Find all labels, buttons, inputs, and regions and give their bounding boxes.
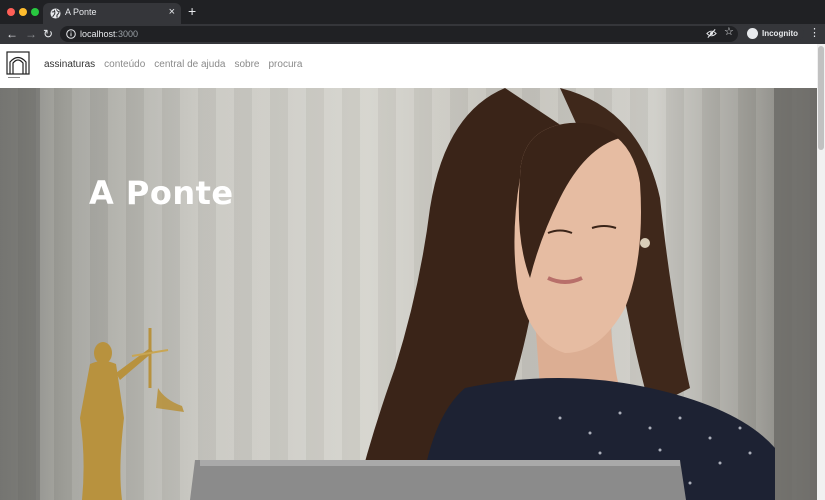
back-arrow-icon[interactable]: ←	[6, 26, 18, 42]
minimize-window-button[interactable]	[19, 8, 27, 16]
url-host: localhost	[80, 29, 116, 39]
nav-link-procura[interactable]: procura	[268, 59, 302, 71]
forward-arrow-icon[interactable]: →	[25, 26, 37, 42]
incognito-icon	[747, 28, 758, 39]
page-scrollbar[interactable]	[817, 44, 825, 500]
close-window-button[interactable]	[7, 8, 15, 16]
hero-title: A Ponte	[89, 174, 234, 212]
tab-close-button[interactable]: ×	[169, 6, 175, 18]
nav-link-assinaturas[interactable]: assinaturas	[44, 59, 95, 71]
incognito-label: Incognito	[762, 29, 798, 38]
url-port: :3000	[115, 29, 139, 39]
star-icon[interactable]: ☆	[724, 25, 734, 39]
browser-toolbar: ← → ↻ localhost:3000	[0, 24, 825, 44]
info-icon[interactable]	[66, 29, 76, 39]
browser-tab[interactable]: A Ponte ×	[43, 3, 181, 24]
nav-link-conteudo[interactable]: conteúdo	[104, 59, 145, 71]
nav-link-sobre[interactable]: sobre	[234, 59, 259, 71]
globe-icon	[50, 8, 61, 19]
main-nav: assinaturas conteúdo central de ajuda so…	[44, 59, 302, 71]
eye-off-icon[interactable]	[706, 28, 717, 39]
browser-tab-strip: A Ponte × +	[0, 0, 825, 24]
hero-banner: A Ponte	[0, 88, 817, 500]
reload-icon[interactable]: ↻	[43, 26, 53, 42]
tab-title: A Ponte	[65, 7, 97, 17]
maximize-window-button[interactable]	[31, 8, 39, 16]
nav-link-central-de-ajuda[interactable]: central de ajuda	[154, 59, 225, 71]
hero-photo-woman-with-laptop	[0, 88, 817, 500]
url-text: localhost:3000	[80, 28, 138, 40]
new-tab-button[interactable]: +	[188, 4, 196, 18]
scrollbar-thumb[interactable]	[818, 46, 824, 150]
incognito-indicator[interactable]: Incognito	[744, 26, 804, 41]
kebab-menu-icon[interactable]: ⋮	[809, 26, 820, 40]
site-header: assinaturas conteúdo central de ajuda so…	[0, 44, 817, 88]
address-bar[interactable]: localhost:3000	[60, 26, 738, 42]
justice-statue	[80, 328, 184, 500]
a-ponte-logo[interactable]	[6, 51, 30, 80]
